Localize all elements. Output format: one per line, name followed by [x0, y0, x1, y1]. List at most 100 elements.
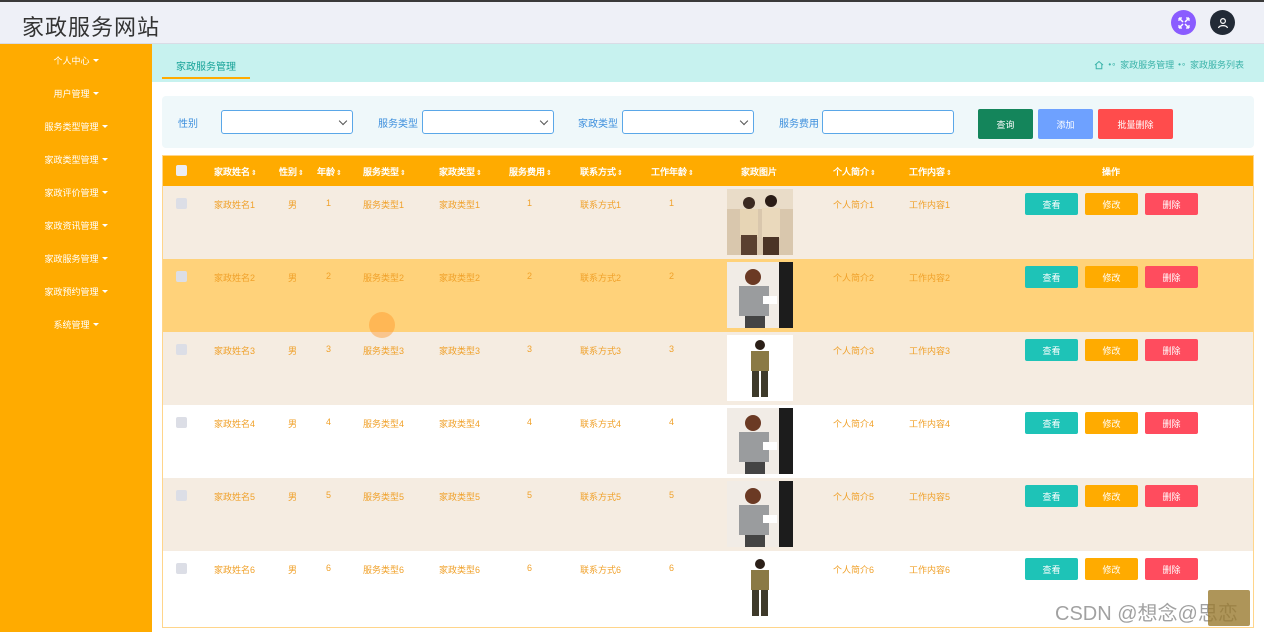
caret-down-icon	[101, 257, 108, 260]
row-checkbox[interactable]	[176, 344, 187, 355]
column-header-fee[interactable]: 服务费用⇕	[509, 165, 552, 178]
column-header-intro[interactable]: 个人简介⇕	[833, 165, 876, 178]
cell-age: 2	[326, 271, 332, 281]
cell-intro: 个人简介5	[833, 492, 875, 502]
column-header-service-type[interactable]: 服务类型⇕	[363, 165, 406, 178]
cell-contact: 联系方式4	[580, 419, 622, 429]
view-button[interactable]: 查看	[1025, 266, 1078, 288]
column-header-housekeeping-type[interactable]: 家政类型⇕	[439, 165, 482, 178]
column-header-years[interactable]: 工作年龄⇕	[651, 165, 694, 178]
sidebar-item-label: 家政预约管理	[44, 287, 99, 297]
edit-button[interactable]: 修改	[1085, 266, 1138, 288]
caret-down-icon	[92, 323, 99, 326]
sidebar-item-housekeeping-types[interactable]: 家政类型管理	[0, 143, 152, 176]
sidebar-item-reviews[interactable]: 家政评价管理	[0, 176, 152, 209]
breadcrumb-level1[interactable]: 家政服务管理	[1120, 58, 1174, 71]
cell-service-type: 服务类型4	[363, 419, 405, 429]
sidebar-item-label: 家政类型管理	[44, 155, 99, 165]
edit-button[interactable]: 修改	[1085, 339, 1138, 361]
caret-down-icon	[101, 224, 108, 227]
view-button[interactable]: 查看	[1025, 412, 1078, 434]
cell-service-type: 服务类型6	[363, 565, 405, 575]
cell-work: 工作内容1	[909, 200, 951, 210]
select-all-checkbox[interactable]	[176, 165, 187, 176]
cell-housekeeping-type: 家政类型2	[439, 273, 481, 283]
view-button[interactable]: 查看	[1025, 558, 1078, 580]
tab-housekeeping-services[interactable]: 家政服务管理	[162, 53, 250, 79]
cell-name: 家政姓名5	[214, 492, 256, 502]
housekeeping-type-select[interactable]	[622, 110, 754, 134]
delete-button[interactable]: 删除	[1145, 193, 1198, 215]
sidebar-item-personal-center[interactable]: 个人中心	[0, 44, 152, 77]
row-checkbox[interactable]	[176, 563, 187, 574]
edit-button[interactable]: 修改	[1085, 485, 1138, 507]
chevron-down-icon	[539, 116, 549, 126]
edit-button[interactable]: 修改	[1085, 193, 1138, 215]
add-button[interactable]: 添加	[1038, 109, 1093, 139]
column-header-age[interactable]: 年龄⇕	[317, 165, 342, 178]
row-checkbox[interactable]	[176, 198, 187, 209]
table-row[interactable]: 家政姓名2 男 2 服务类型2 家政类型2 2 联系方式2 2 个人简介2 工作内容2 查看 修改 删除	[163, 259, 1253, 332]
cell-work: 工作内容4	[909, 419, 951, 429]
delete-button[interactable]: 删除	[1145, 485, 1198, 507]
cell-age: 5	[326, 490, 332, 500]
sidebar-item-label: 用户管理	[53, 89, 90, 99]
cell-fee: 1	[527, 198, 533, 208]
edit-button[interactable]: 修改	[1085, 412, 1138, 434]
sidebar: 个人中心 用户管理 服务类型管理 家政类型管理 家政评价管理 家政资讯管理 家政…	[0, 44, 152, 632]
column-header-gender[interactable]: 性别⇕	[279, 165, 304, 178]
cell-fee: 6	[527, 563, 533, 573]
query-button[interactable]: 查询	[978, 109, 1033, 139]
row-checkbox[interactable]	[176, 490, 187, 501]
sidebar-item-news[interactable]: 家政资讯管理	[0, 209, 152, 242]
column-header-label: 服务费用	[509, 167, 546, 177]
column-header-label: 性别	[279, 167, 298, 177]
edit-button[interactable]: 修改	[1085, 558, 1138, 580]
row-checkbox[interactable]	[176, 417, 187, 428]
delete-button[interactable]: 删除	[1145, 558, 1198, 580]
services-table: 家政姓名⇕ 性别⇕ 年龄⇕ 服务类型⇕ 家政类型⇕ 服务费用⇕ 联系方式⇕ 工作…	[162, 155, 1254, 628]
cell-housekeeping-type: 家政类型4	[439, 419, 481, 429]
cell-contact: 联系方式5	[580, 492, 622, 502]
column-header-contact[interactable]: 联系方式⇕	[580, 165, 623, 178]
batch-delete-button[interactable]: 批量删除	[1098, 109, 1173, 139]
sidebar-item-services[interactable]: 家政服务管理	[0, 242, 152, 275]
sidebar-item-users[interactable]: 用户管理	[0, 77, 152, 110]
cell-years: 5	[669, 490, 675, 500]
sidebar-item-system[interactable]: 系统管理	[0, 308, 152, 341]
cell-name: 家政姓名1	[214, 200, 256, 210]
home-icon[interactable]	[1094, 60, 1104, 70]
cell-name: 家政姓名2	[214, 273, 256, 283]
cell-fee: 4	[527, 417, 533, 427]
cell-contact: 联系方式6	[580, 565, 622, 575]
sidebar-item-service-types[interactable]: 服务类型管理	[0, 110, 152, 143]
delete-button[interactable]: 删除	[1145, 412, 1198, 434]
cell-service-type: 服务类型1	[363, 200, 405, 210]
table-row[interactable]: 家政姓名1 男 1 服务类型1 家政类型1 1 联系方式1 1 个人简介1 工作内容1 查看 修改 删除	[163, 186, 1253, 259]
cell-contact: 联系方式1	[580, 200, 622, 210]
sidebar-item-label: 家政评价管理	[44, 188, 99, 198]
fullscreen-button[interactable]	[1171, 10, 1196, 35]
column-header-label: 年龄	[317, 167, 336, 177]
view-button[interactable]: 查看	[1025, 339, 1078, 361]
row-checkbox[interactable]	[176, 271, 187, 282]
gender-select[interactable]	[221, 110, 353, 134]
delete-button[interactable]: 删除	[1145, 266, 1198, 288]
service-type-label: 服务类型	[378, 119, 418, 130]
view-button[interactable]: 查看	[1025, 485, 1078, 507]
service-type-select[interactable]	[422, 110, 554, 134]
table-row[interactable]: 家政姓名5 男 5 服务类型5 家政类型5 5 联系方式5 5 个人简介5 工作内容5 查看 修改 删除	[163, 478, 1253, 551]
user-avatar-button[interactable]	[1210, 10, 1235, 35]
column-header-photo: 家政图片	[741, 167, 778, 177]
cell-age: 4	[326, 417, 332, 427]
column-header-work[interactable]: 工作内容⇕	[909, 165, 952, 178]
fee-input[interactable]	[822, 110, 954, 134]
sidebar-item-label: 家政服务管理	[44, 254, 99, 264]
sidebar-item-bookings[interactable]: 家政预约管理	[0, 275, 152, 308]
column-header-label: 个人简介	[833, 167, 870, 177]
table-row[interactable]: 家政姓名3 男 3 服务类型3 家政类型3 3 联系方式3 3 个人简介3 工作内容3 查看 修改 删除	[163, 332, 1253, 405]
view-button[interactable]: 查看	[1025, 193, 1078, 215]
table-row[interactable]: 家政姓名4 男 4 服务类型4 家政类型4 4 联系方式4 4 个人简介4 工作内容4 查看 修改 删除	[163, 405, 1253, 478]
delete-button[interactable]: 删除	[1145, 339, 1198, 361]
column-header-name[interactable]: 家政姓名⇕	[214, 165, 257, 178]
